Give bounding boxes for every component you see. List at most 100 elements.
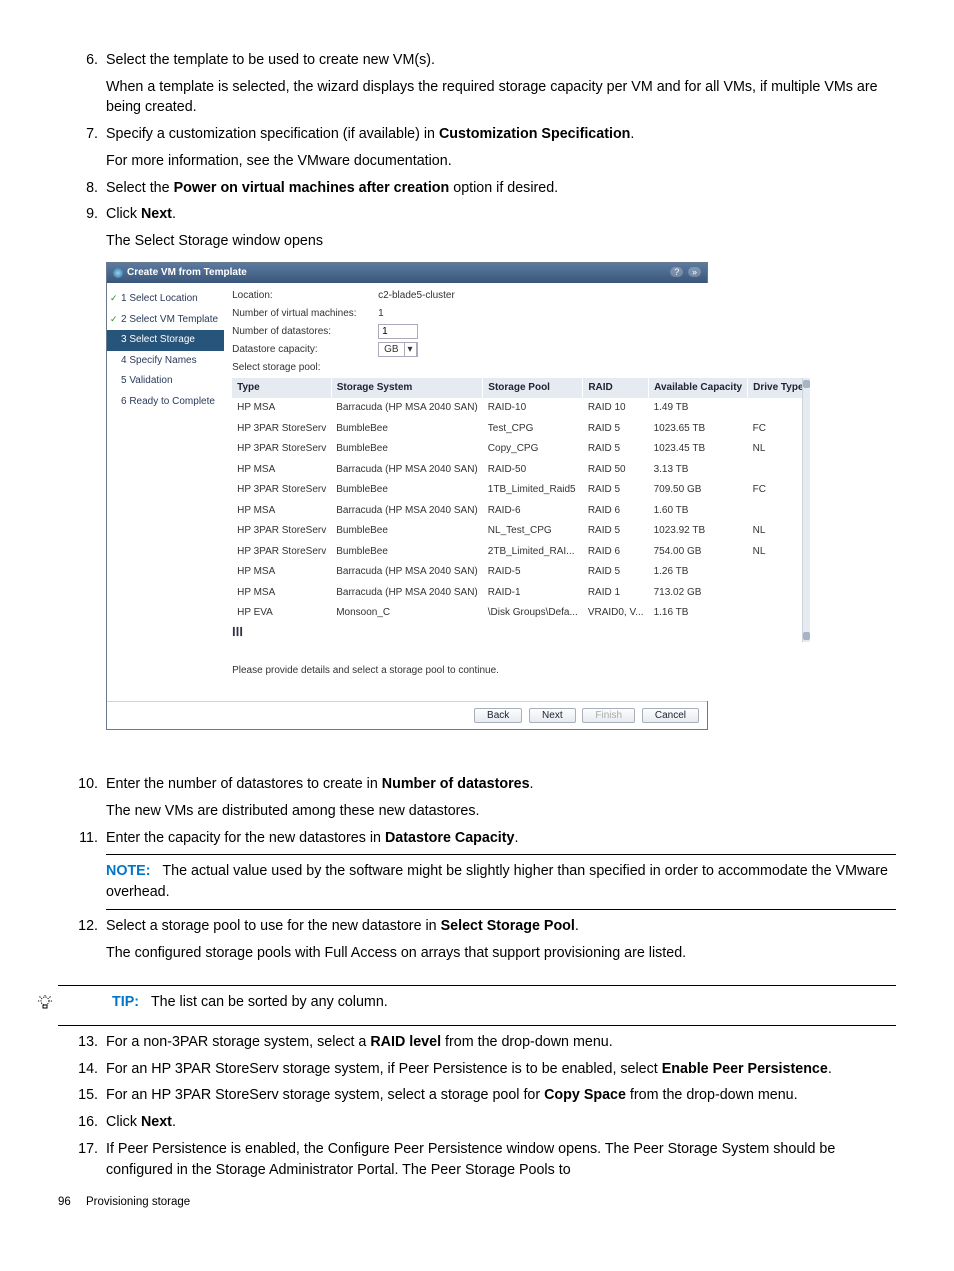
wizard-step-validation[interactable]: 5 Validation	[107, 371, 224, 392]
bold-term: Power on virtual machines after creation	[174, 180, 450, 196]
step-text: If Peer Persistence is enabled, the Conf…	[106, 1139, 896, 1180]
cell-type: HP MSA	[232, 501, 331, 522]
cell-cap: 1.60 TB	[649, 501, 748, 522]
cell-cap: 1023.65 TB	[649, 419, 748, 440]
bold-term: Enable Peer Persistence	[662, 1061, 828, 1077]
cell-raid: RAID 5	[583, 439, 649, 460]
step-text: The configured storage pools with Full A…	[106, 943, 896, 964]
step-number: 16.	[68, 1112, 98, 1133]
cell-system: Barracuda (HP MSA 2040 SAN)	[331, 398, 483, 419]
cell-drive: NL	[748, 542, 809, 563]
num-datastores-input[interactable]	[378, 324, 418, 339]
table-row[interactable]: HP 3PAR StoreServBumbleBeeTest_CPGRAID 5…	[232, 419, 809, 440]
cell-drive: NL	[748, 439, 809, 460]
datastore-capacity-unit-select[interactable]: GB ▾	[378, 342, 417, 357]
step-text: from the drop-down menu.	[626, 1087, 798, 1103]
tip-text: The list can be sorted by any column.	[151, 994, 388, 1010]
bold-term: Customization Specification	[439, 126, 630, 142]
expand-icon[interactable]: »	[688, 267, 701, 277]
table-row[interactable]: HP MSABarracuda (HP MSA 2040 SAN)RAID-6R…	[232, 501, 809, 522]
num-datastores-label: Number of datastores:	[232, 325, 372, 340]
next-button[interactable]: Next	[529, 708, 576, 723]
table-row[interactable]: HP EVAMonsoon_C\Disk Groups\Defa...VRAID…	[232, 603, 809, 624]
col-drive-type[interactable]: Drive Type	[748, 378, 809, 399]
scroll-up-icon[interactable]	[803, 380, 810, 388]
cell-raid: RAID 5	[583, 521, 649, 542]
separator	[58, 1025, 896, 1026]
bold-term: Next	[141, 206, 172, 222]
step-number: 15.	[68, 1085, 98, 1106]
cell-drive	[748, 460, 809, 481]
cell-system: Monsoon_C	[331, 603, 483, 624]
create-vm-dialog: Create VM from Template ? » 1 Select Loc…	[106, 262, 708, 731]
cell-drive	[748, 603, 809, 624]
table-header-row: Type Storage System Storage Pool RAID Av…	[232, 378, 809, 399]
cell-cap: 754.00 GB	[649, 542, 748, 563]
cell-type: HP MSA	[232, 562, 331, 583]
cell-pool: RAID-6	[483, 501, 583, 522]
cell-type: HP 3PAR StoreServ	[232, 419, 331, 440]
page-number: 96	[58, 1194, 71, 1211]
col-available-capacity[interactable]: Available Capacity	[649, 378, 748, 399]
tip-block: TIP: The list can be sorted by any colum…	[58, 992, 896, 1019]
wizard-step-ready-to-complete[interactable]: 6 Ready to Complete	[107, 392, 224, 413]
back-button[interactable]: Back	[474, 708, 522, 723]
tip-lightbulb-icon	[36, 994, 54, 1019]
step-14: 14. For an HP 3PAR StoreServ storage sys…	[58, 1059, 896, 1080]
table-row[interactable]: HP MSABarracuda (HP MSA 2040 SAN)RAID-10…	[232, 398, 809, 419]
scroll-down-icon[interactable]	[803, 632, 810, 640]
col-raid[interactable]: RAID	[583, 378, 649, 399]
cell-raid: RAID 1	[583, 583, 649, 604]
step-number: 7.	[68, 124, 98, 145]
cell-pool: RAID-50	[483, 460, 583, 481]
table-row[interactable]: HP 3PAR StoreServBumbleBee1TB_Limited_Ra…	[232, 480, 809, 501]
table-row[interactable]: HP MSABarracuda (HP MSA 2040 SAN)RAID-5R…	[232, 562, 809, 583]
cell-pool: \Disk Groups\Defa...	[483, 603, 583, 624]
col-storage-pool[interactable]: Storage Pool	[483, 378, 583, 399]
table-row[interactable]: HP 3PAR StoreServBumbleBeeNL_Test_CPGRAI…	[232, 521, 809, 542]
cell-cap: 709.50 GB	[649, 480, 748, 501]
wizard-step-select-location[interactable]: 1 Select Location	[107, 289, 224, 310]
cell-cap: 713.02 GB	[649, 583, 748, 604]
col-storage-system[interactable]: Storage System	[331, 378, 483, 399]
cell-system: BumbleBee	[331, 480, 483, 501]
table-scrollbar[interactable]	[802, 378, 810, 643]
step-12: 12. Select a storage pool to use for the…	[58, 916, 896, 963]
wizard-step-select-storage[interactable]: 3 Select Storage	[107, 330, 224, 351]
cancel-button[interactable]: Cancel	[642, 708, 699, 723]
cell-drive	[748, 501, 809, 522]
step-text: The new VMs are distributed among these …	[106, 801, 896, 822]
tip-label: TIP:	[112, 994, 139, 1010]
dialog-title: Create VM from Template	[127, 266, 247, 281]
table-row[interactable]: HP 3PAR StoreServBumbleBeeCopy_CPGRAID 5…	[232, 439, 809, 460]
cell-drive	[748, 398, 809, 419]
table-row[interactable]: HP MSABarracuda (HP MSA 2040 SAN)RAID-1R…	[232, 583, 809, 604]
step-8: 8. Select the Power on virtual machines …	[58, 178, 896, 199]
step-text: The Select Storage window opens	[106, 231, 896, 252]
step-text: .	[575, 918, 579, 934]
filter-icon[interactable]	[232, 626, 243, 637]
cell-raid: RAID 6	[583, 542, 649, 563]
cell-pool: 1TB_Limited_Raid5	[483, 480, 583, 501]
finish-button[interactable]: Finish	[582, 708, 635, 723]
table-row[interactable]: HP MSABarracuda (HP MSA 2040 SAN)RAID-50…	[232, 460, 809, 481]
step-number: 13.	[68, 1032, 98, 1053]
col-type[interactable]: Type	[232, 378, 331, 399]
cell-raid: RAID 5	[583, 419, 649, 440]
location-label: Location:	[232, 289, 372, 304]
wizard-step-select-vm-template[interactable]: 2 Select VM Template	[107, 310, 224, 331]
step-16: 16. Click Next.	[58, 1112, 896, 1133]
step-text: Select the template to be used to create…	[106, 50, 896, 71]
step-number: 17.	[68, 1139, 98, 1160]
help-icon[interactable]: ?	[670, 267, 683, 277]
bold-term: Next	[141, 1114, 172, 1130]
cell-cap: 1.16 TB	[649, 603, 748, 624]
wizard-step-specify-names[interactable]: 4 Specify Names	[107, 351, 224, 372]
chevron-down-icon[interactable]: ▾	[405, 343, 417, 356]
cell-drive: NL	[748, 521, 809, 542]
location-value: c2-blade5-cluster	[378, 289, 455, 304]
page-footer: 96 Provisioning storage	[0, 1194, 954, 1231]
step-number: 6.	[68, 50, 98, 71]
table-row[interactable]: HP 3PAR StoreServBumbleBee2TB_Limited_RA…	[232, 542, 809, 563]
cell-system: Barracuda (HP MSA 2040 SAN)	[331, 562, 483, 583]
